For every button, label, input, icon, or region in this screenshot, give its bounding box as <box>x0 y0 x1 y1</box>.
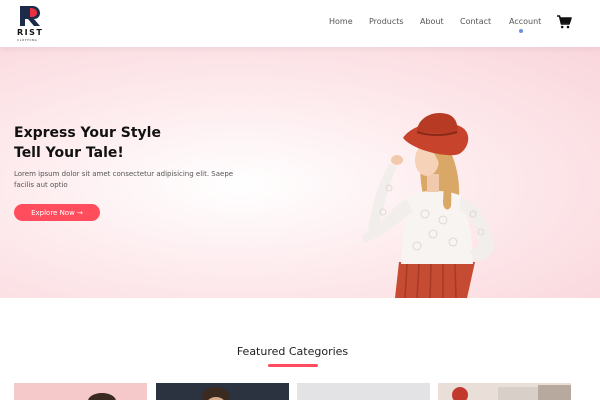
cart-icon[interactable] <box>556 14 572 30</box>
category-card-3[interactable] <box>297 383 430 400</box>
woman-in-red-hat-photo <box>362 112 494 298</box>
account-indicator-dot <box>519 29 523 33</box>
category-photo-3 <box>297 383 430 400</box>
hero-title: Express Your Style Tell Your Tale! <box>14 123 161 163</box>
brand-name: RIST <box>17 28 44 37</box>
nav-about[interactable]: About <box>420 17 444 26</box>
featured-categories-title: Featured Categories <box>236 345 349 358</box>
brand-logo[interactable]: RIST CLOTHING <box>14 3 48 43</box>
category-card-1[interactable] <box>14 383 147 400</box>
explore-now-button[interactable]: Explore Now → <box>14 204 100 221</box>
hero-title-line-2: Tell Your Tale! <box>14 145 124 161</box>
r-logo-icon <box>20 6 40 26</box>
nav-contact[interactable]: Contact <box>460 17 491 26</box>
category-photo-2 <box>202 387 230 400</box>
category-photo-4 <box>452 385 571 400</box>
nav-products[interactable]: Products <box>369 17 404 26</box>
hero-title-line-1: Express Your Style <box>14 125 161 141</box>
category-card-2[interactable] <box>156 383 289 400</box>
hero-description: Lorem ipsum dolor sit amet consectetur a… <box>14 170 234 189</box>
featured-title-underline <box>268 364 318 367</box>
site-header: RIST CLOTHING Home Products About Contac… <box>0 0 600 47</box>
brand-tagline: CLOTHING <box>17 38 38 42</box>
nav-home[interactable]: Home <box>329 17 353 26</box>
hero-banner: Express Your Style Tell Your Tale! Lorem… <box>0 47 600 298</box>
category-card-4[interactable] <box>438 383 571 400</box>
nav-account[interactable]: Account <box>509 17 541 26</box>
category-photo-1 <box>88 393 116 400</box>
